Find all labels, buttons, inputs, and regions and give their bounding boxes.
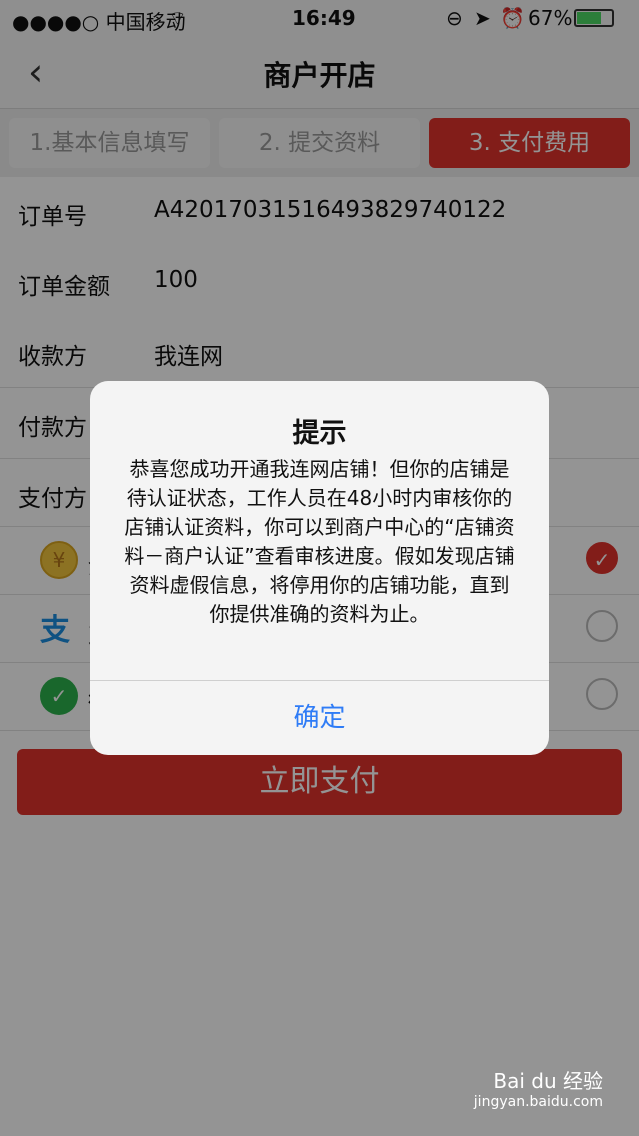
watermark: Bai du 经验 jingyan.baidu.com	[474, 1065, 603, 1110]
alert-dialog: 提示 恭喜您成功开通我连网店铺！但你的店铺是待认证状态，工作人员在48小时内审核…	[90, 381, 549, 755]
dialog-title: 提示	[292, 418, 347, 449]
dialog-message: 恭喜您成功开通我连网店铺！但你的店铺是待认证状态，工作人员在48小时内审核你的店…	[124, 457, 515, 626]
watermark-url: jingyan.baidu.com	[473, 1094, 603, 1110]
confirm-button[interactable]: 确定	[90, 681, 549, 755]
watermark-brand: Bai du 经验	[493, 1069, 603, 1093]
